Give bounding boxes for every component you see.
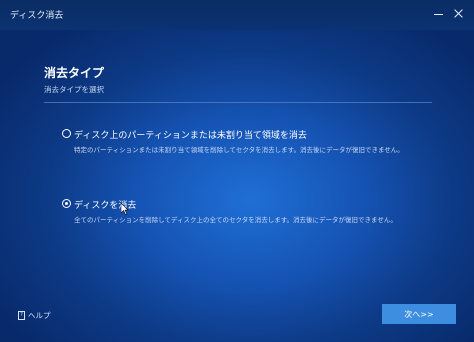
help-book-icon: ? bbox=[18, 311, 25, 320]
header-divider bbox=[44, 102, 432, 103]
minimize-icon[interactable] bbox=[432, 7, 446, 21]
option-wipe-partition-description: 特定のパーティションまたは未割り当て領域を削除してセクタを消去します。消去後にデ… bbox=[74, 146, 404, 154]
close-icon[interactable] bbox=[452, 7, 466, 21]
window-title: ディスク消去 bbox=[10, 11, 64, 21]
option-wipe-disk-description: 全てのパーティションを削除してディスク上の全てのセクタを消去します。消去後にデー… bbox=[74, 216, 397, 224]
radio-button-wipe-partition[interactable] bbox=[62, 129, 71, 138]
mouse-cursor-icon bbox=[121, 203, 129, 215]
option-wipe-partition-label[interactable]: ディスク上のパーティションまたは未割り当て領域を消去 bbox=[74, 128, 307, 141]
page-title: 消去タイプ bbox=[44, 66, 105, 80]
page-subtitle: 消去タイプを選択 bbox=[44, 85, 104, 94]
disk-wipe-window: ディスク消去 消去タイプ 消去タイプを選択 ディスク上のパーティションまたは未割… bbox=[0, 0, 474, 342]
help-label[interactable]: ヘルプ bbox=[28, 310, 51, 321]
title-bar[interactable]: ディスク消去 bbox=[0, 0, 474, 30]
next-button[interactable]: 次へ>> bbox=[382, 304, 456, 324]
radio-button-wipe-disk[interactable] bbox=[62, 199, 71, 208]
